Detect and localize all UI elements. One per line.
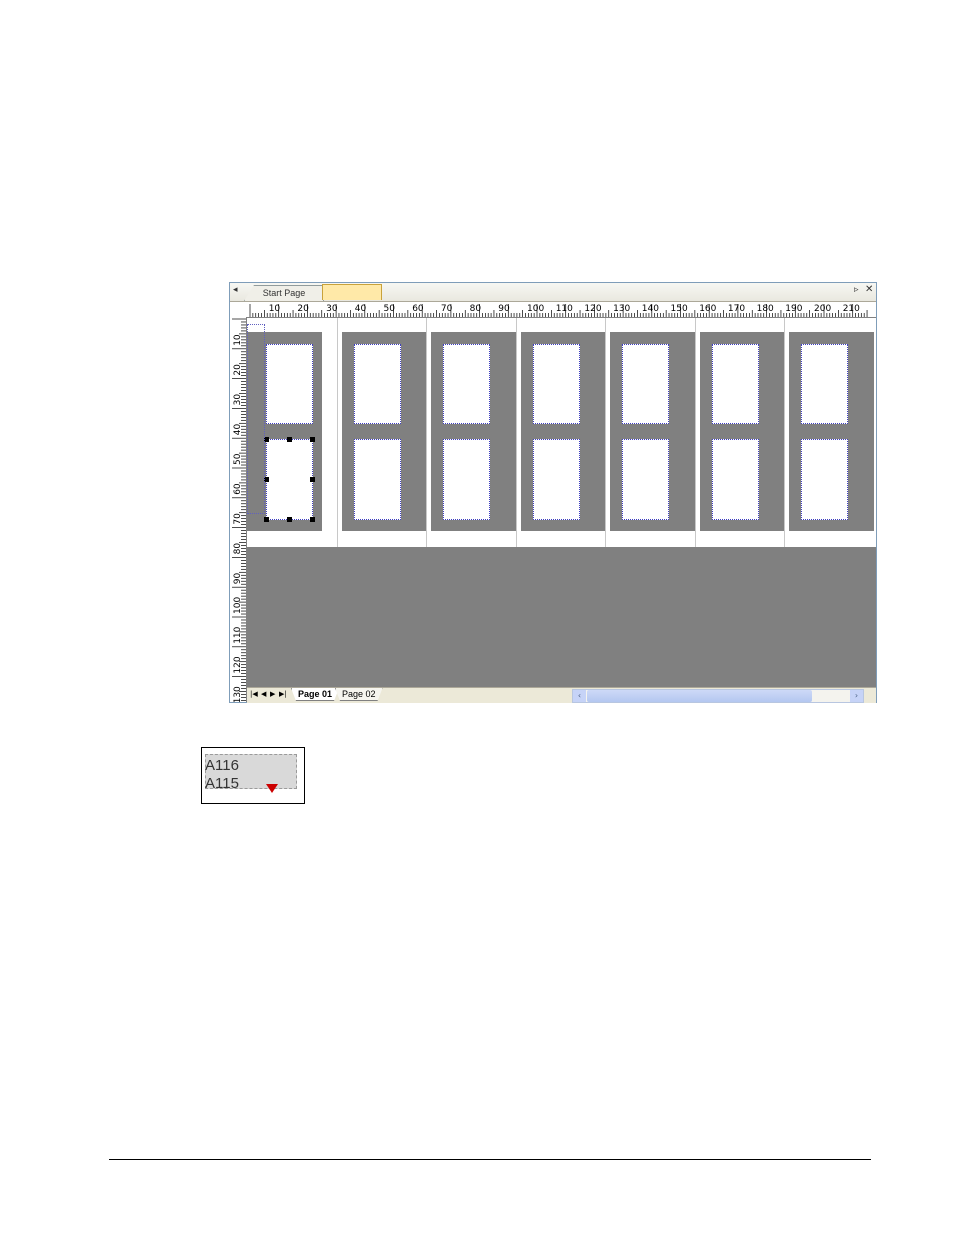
ruler-label: 100 [527,304,544,314]
ruler-label: 50 [233,453,243,465]
ruler-label: 10 [233,334,243,346]
ruler-label: 80 [233,543,243,555]
ruler-label: 70 [441,304,453,314]
ruler-label: 170 [728,304,745,314]
ruler-label: 110 [233,626,243,643]
ruler-label: 20 [297,304,309,314]
last-page-icon[interactable]: ▶| [279,690,287,698]
page-navigation-bar: |◀ ◀ ▶ ▶| Page 01 Page 02 ‹ › [247,687,876,703]
horizontal-scrollbar[interactable]: ‹ › [572,689,864,703]
prev-page-icon[interactable]: ◀ [261,690,266,698]
document-tab-bar: ◂ Start Page ▹ ✕ [230,283,876,302]
ruler-label: 100 [233,597,243,614]
ruler-corner [230,302,246,317]
ruler-label: 120 [584,304,601,314]
design-canvas[interactable] [247,318,876,687]
label-cell[interactable] [532,344,580,424]
ruler-label: 30 [233,394,243,406]
horizontal-ruler: 10 20 30 40 50 60 70 80 90 100 110 120 130 140 150 160 1… [246,302,876,318]
ruler-label: 90 [233,572,243,584]
ruler-label: 90 [498,304,510,314]
label-cell[interactable] [443,439,490,520]
label-cell[interactable] [353,439,401,520]
ruler-label: 80 [470,304,482,314]
page-tab-02[interactable]: Page 02 [335,688,383,701]
page-tab-01[interactable]: Page 01 [291,688,339,701]
resize-handle[interactable] [264,517,269,522]
page-column [694,318,786,547]
label-cell[interactable] [801,439,848,520]
label-cell[interactable] [266,439,313,520]
resize-handle[interactable] [287,437,292,442]
label-cell[interactable] [711,344,759,424]
resize-handle[interactable] [310,477,315,482]
triangle-right-icon[interactable]: ▹ [854,285,859,295]
footer-divider [109,1159,871,1160]
page-column [426,318,517,547]
page-column [784,318,875,547]
next-page-icon[interactable]: ▶ [270,690,275,698]
page-column [605,318,696,547]
label-cell[interactable] [801,344,848,424]
label-cell[interactable] [622,344,669,424]
resize-handle[interactable] [310,437,315,442]
ruler-label: 120 [233,656,243,673]
ruler-label: 190 [785,304,802,314]
ruler-label: 60 [233,483,243,495]
scroll-right-button[interactable]: › [850,690,863,702]
ruler-label: 30 [326,304,338,314]
ruler-label: 130 [613,304,630,314]
resize-handle[interactable] [287,517,292,522]
tab-active-document[interactable] [322,284,382,300]
ruler-label: 140 [642,304,659,314]
resize-handle[interactable] [310,517,315,522]
label-cell[interactable] [622,439,669,520]
vertical-ruler: 10 20 30 40 50 60 70 80 90 100 110 120 130 [230,317,247,702]
dropdown-marker-icon[interactable] [266,784,278,793]
ruler-label: 70 [233,513,243,525]
field-line-1: A116 [205,757,239,774]
scroll-left-button[interactable]: ‹ [573,690,586,702]
label-cell[interactable] [711,439,759,520]
label-cell[interactable] [353,344,401,424]
ruler-label: 110 [556,304,573,314]
ruler-label: 200 [814,304,831,314]
tab-start-page[interactable]: Start Page [244,285,324,301]
scroll-thumb[interactable] [587,690,812,702]
ruler-label: 160 [699,304,716,314]
ruler-label: 50 [384,304,396,314]
label-cell[interactable] [266,344,313,424]
page-column [336,318,428,547]
page-column [515,318,607,547]
field-line-2: A115 [205,775,239,792]
ruler-label: 20 [233,364,243,376]
field-detail-figure: A116 A115 [201,747,305,804]
ruler-label: 210 [843,304,860,314]
close-icon[interactable]: ✕ [865,284,873,295]
selection-outline [247,324,265,514]
ruler-label: 40 [233,423,243,435]
ruler-label: 60 [412,304,424,314]
label-sheet [247,318,876,547]
ruler-label: 150 [671,304,688,314]
ruler-label: 130 [233,686,243,702]
label-designer-window: ◂ Start Page ▹ ✕ 10 20 30 40 50 60 70 80 90 100 11… [229,282,877,703]
label-cell[interactable] [443,344,490,424]
ruler-label: 10 [269,304,281,314]
first-page-icon[interactable]: |◀ [250,690,258,698]
ruler-label: 180 [757,304,774,314]
horizontal-ruler-scale: 10 20 30 40 50 60 70 80 90 100 110 120 130 140 150 160 1… [249,304,868,317]
vertical-ruler-scale: 10 20 30 40 50 60 70 80 90 100 110 120 130 [232,318,246,702]
triangle-left-icon[interactable]: ◂ [233,285,238,295]
ruler-label: 40 [355,304,367,314]
label-cell[interactable] [532,439,580,520]
